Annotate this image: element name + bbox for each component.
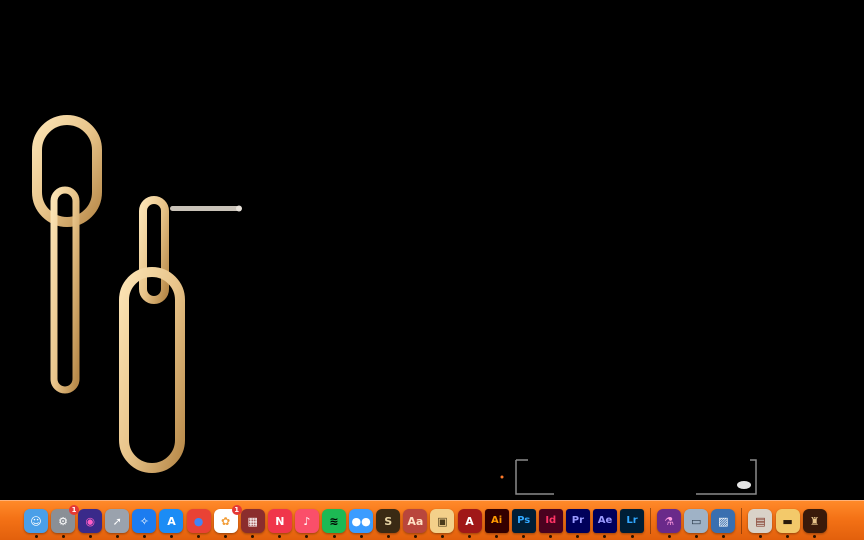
dock-item-spotify[interactable]: ≋ (322, 509, 347, 538)
dock-item-dictionary[interactable]: Aa (403, 509, 428, 538)
photoshop-icon: Ps (517, 515, 531, 526)
dock-item-premiere-pro[interactable]: Pr (565, 509, 590, 538)
running-indicator (721, 535, 725, 538)
dock-item-launchpad[interactable]: ➚ (105, 509, 130, 538)
stray-window-outline (500, 459, 757, 495)
dock-separator (741, 508, 743, 534)
dock-item-news[interactable]: N (267, 509, 292, 538)
gear-icon: ⚙ (58, 514, 69, 528)
running-indicator (332, 535, 336, 538)
dock-item-photoshop[interactable]: Ps (511, 509, 536, 538)
image-icon: ▨ (718, 514, 729, 528)
lightroom-icon: Lr (626, 515, 638, 526)
dock-item-photos[interactable]: ✿ 1 (213, 505, 242, 538)
dock-item-music[interactable]: ♪ (294, 509, 319, 538)
photo-booth-icon: ▦ (247, 514, 258, 528)
trash-icon: ♜ (809, 514, 820, 528)
dock-item-safari[interactable]: ✧ (132, 509, 157, 538)
finder-icon: ☺ (30, 514, 42, 528)
running-indicator (386, 535, 390, 538)
dock-item-image-viewer[interactable]: ▨ (711, 509, 736, 538)
running-indicator (468, 535, 471, 538)
dock-separator (650, 508, 652, 534)
dock-item-after-effects[interactable]: Ae (592, 509, 617, 538)
running-indicator (34, 535, 38, 538)
dock-item-messages[interactable]: ●● (349, 509, 374, 538)
dock-item-scrivener[interactable]: S (376, 509, 401, 538)
running-indicator (61, 535, 65, 538)
news-icon: N (275, 514, 285, 528)
acrobat-icon: A (465, 514, 474, 528)
running-indicator (667, 535, 671, 538)
dock-item-system-preferences[interactable]: ⚙ 1 (51, 505, 80, 538)
dock-item-photo-booth[interactable]: ▦ (240, 509, 265, 538)
dock-item-lightroom[interactable]: Lr (620, 509, 645, 538)
dock-item-trash[interactable]: ♜ (802, 509, 827, 538)
running-indicator (694, 535, 698, 538)
premiere-icon: Pr (571, 515, 584, 526)
running-indicator (359, 535, 363, 538)
dock-item-downloads-stack[interactable]: ▤ (748, 509, 773, 538)
dock-item-screen-capture[interactable]: ▭ (684, 509, 709, 538)
scrivener-icon: S (384, 514, 393, 528)
running-indicator (169, 535, 173, 538)
rocket-icon: ➚ (112, 514, 122, 528)
chrome-icon: ● (193, 514, 204, 528)
dock-item-indesign[interactable]: Id (538, 509, 563, 538)
folder-stack-icon: ▤ (755, 514, 766, 528)
dock-item-finder[interactable]: ☺ (24, 509, 48, 538)
running-indicator (758, 535, 762, 538)
dock-item-documents-stack[interactable]: ▬ (775, 509, 800, 538)
illustrator-icon: Ai (491, 515, 503, 526)
running-indicator (413, 535, 417, 538)
running-indicator (630, 535, 634, 538)
dock-item-acrobat-reader[interactable]: A (457, 509, 482, 538)
dock-items: ☺ ⚙ 1 ◉ ➚ ✧ A ● ✿ 1 ▦ N ♪ ≋ ●● S Aa ▣ A Ai Ps Id Pr Ae Lr ⚗ ▭ ▨ ▤ ▬ ♜ (24, 505, 830, 538)
chat-icon: ●● (351, 514, 371, 528)
desktop: ☺ ⚙ 1 ◉ ➚ ✧ A ● ✿ 1 ▦ N ♪ ≋ ●● S Aa ▣ A Ai Ps Id Pr Ae Lr ⚗ ▭ ▨ ▤ ▬ ♜ (0, 0, 864, 540)
dock-item-chrome[interactable]: ● (186, 509, 211, 538)
dock-item-preview[interactable]: ▣ (430, 509, 455, 538)
indesign-icon: Id (545, 515, 557, 526)
dock-item-siri[interactable]: ◉ (78, 509, 103, 538)
siri-icon: ◉ (85, 514, 95, 528)
folder-stack-icon: ▬ (782, 514, 793, 528)
running-indicator (115, 535, 119, 538)
preview-icon: ▣ (437, 514, 448, 528)
dock-item-illustrator[interactable]: Ai (484, 509, 509, 538)
earring-illustration (32, 115, 242, 473)
music-icon: ♪ (303, 514, 311, 528)
compass-icon: ✧ (139, 514, 149, 528)
dictionary-icon: Aa (407, 514, 424, 528)
dock: ☺ ⚙ 1 ◉ ➚ ✧ A ● ✿ 1 ▦ N ♪ ≋ ●● S Aa ▣ A Ai Ps Id Pr Ae Lr ⚗ ▭ ▨ ▤ ▬ ♜ (0, 500, 864, 540)
running-indicator (142, 535, 146, 538)
photos-icon: ✿ (221, 514, 231, 528)
potion-icon: ⚗ (664, 514, 675, 528)
spotify-icon: ≋ (329, 514, 339, 528)
dock-item-app-store[interactable]: A (159, 509, 184, 538)
dock-item-potion[interactable]: ⚗ (657, 509, 682, 538)
camera-icon: ▭ (691, 514, 702, 528)
after-effects-icon: Ae (597, 515, 613, 526)
running-indicator (440, 535, 444, 538)
app-store-icon: A (167, 514, 176, 528)
running-indicator (88, 535, 92, 538)
